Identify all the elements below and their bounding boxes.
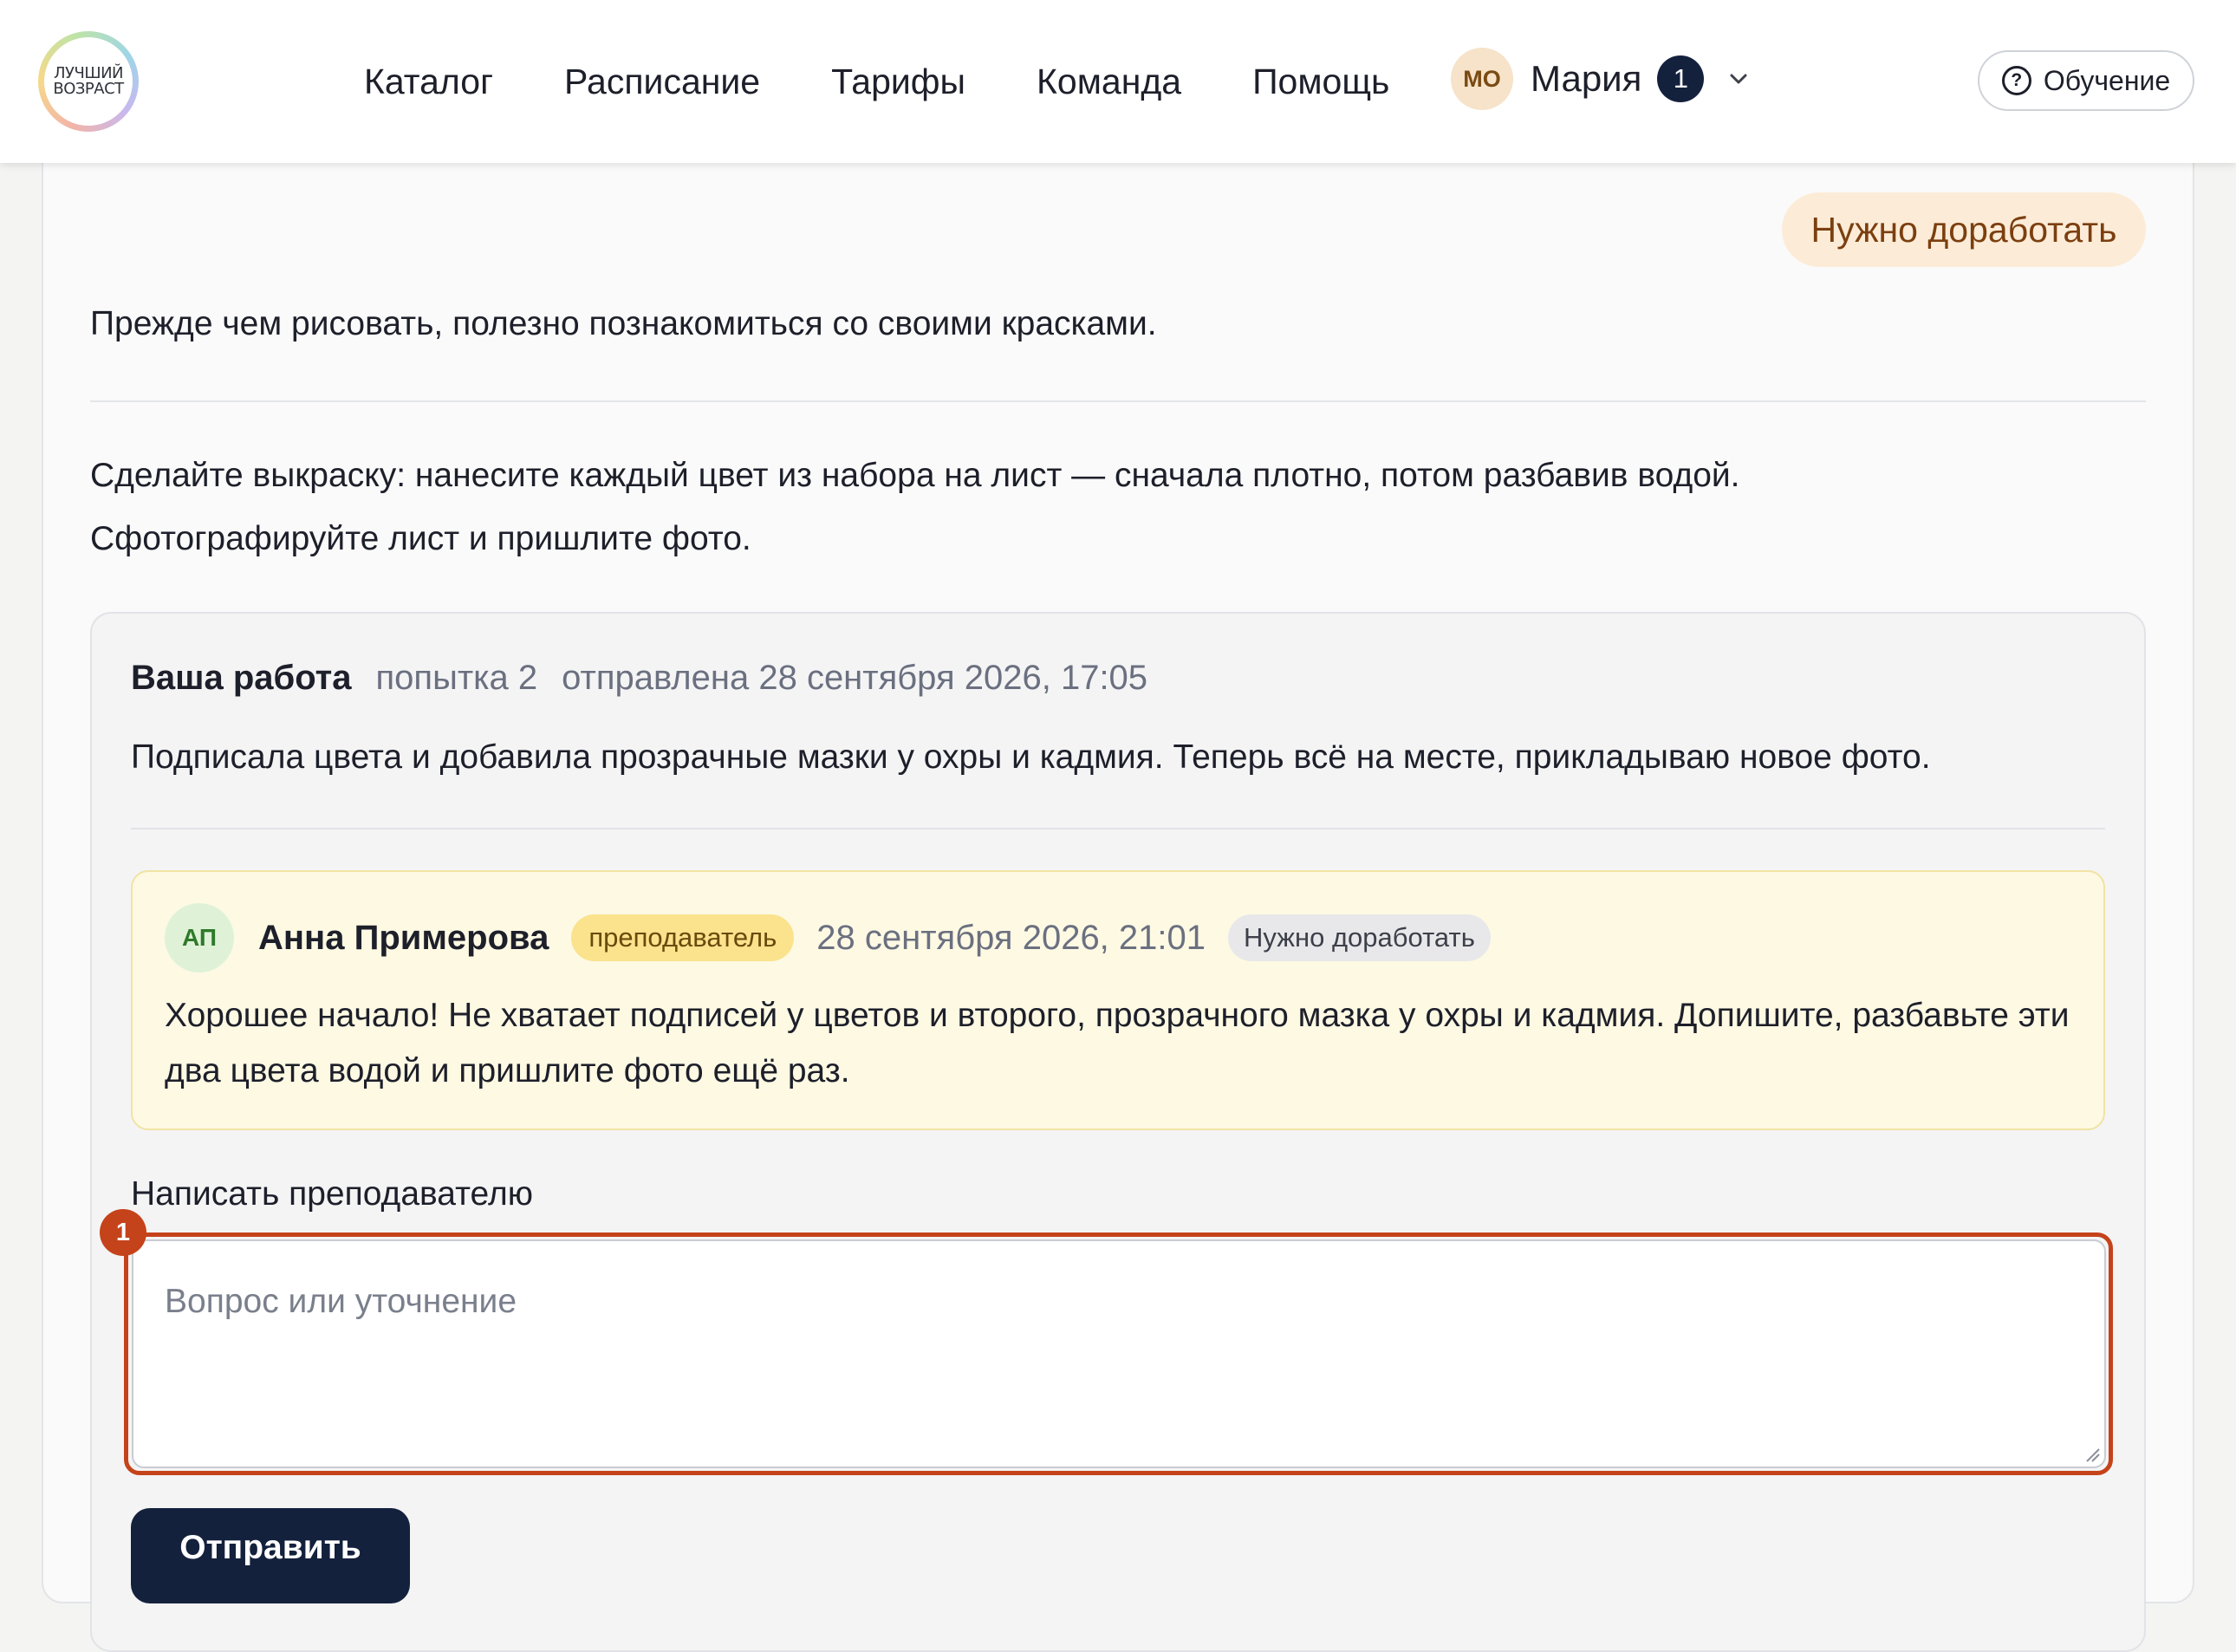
submission-title: Ваша работа [131,659,352,697]
nav-item-schedule[interactable]: Расписание [564,62,760,102]
message-label: Написать преподавателю [131,1175,533,1213]
logo[interactable]: ЛУЧШИЙ ВОЗРАСТ [38,31,139,132]
comment-status-badge: Нужно доработать [1228,914,1491,961]
question-circle-icon: ? [2001,66,2031,95]
logo-line-2: ВОЗРАСТ [53,80,124,98]
submission-text: Подписала цвета и добавила прозрачные ма… [131,738,1931,776]
teacher-avatar: АП [165,903,234,972]
nav-item-team[interactable]: Команда [1037,62,1181,102]
step-marker-badge: 1 [100,1209,146,1256]
resize-grip-icon[interactable] [2083,1446,2101,1463]
main-nav: Каталог Расписание Тарифы Команда Помощь [364,0,1460,163]
submission-attempt: попытка 2 [375,659,538,697]
divider [131,828,2105,829]
lesson-intro-text: Прежде чем рисовать, полезно познакомить… [90,305,1157,342]
logo-text: ЛУЧШИЙ ВОЗРАСТ [44,37,133,126]
tutorial-button-label: Обучение [2043,64,2171,96]
nav-item-catalog[interactable]: Каталог [364,62,493,102]
teacher-role-badge: преподаватель [571,914,795,961]
lesson-status-badge: Нужно доработать [1782,192,2146,267]
tutorial-button[interactable]: ? Обучение [1978,50,2194,111]
message-textarea[interactable] [132,1239,2106,1468]
user-name: Мария [1531,58,1642,99]
top-navigation-bar: ЛУЧШИЙ ВОЗРАСТ Каталог Расписание Тарифы… [0,0,2236,163]
task-line-2: Сфотографируйте лист и пришлите фото. [90,520,751,557]
divider [90,400,2146,402]
submission-date: отправлена 28 сентября 2026, 17:05 [562,659,1148,697]
teacher-comment-text: Хорошее начало! Не хватает подписей у цв… [165,997,2070,1089]
chevron-down-icon[interactable] [1726,67,1751,91]
nav-item-pricing[interactable]: Тарифы [831,62,965,102]
task-line-1: Сделайте выкраску: нанесите каждый цвет … [90,457,1740,494]
notification-count-badge: 1 [1657,55,1705,102]
user-menu[interactable]: МО Мария 1 [1451,47,1751,111]
comment-date: 28 сентября 2026, 21:01 [816,918,1206,957]
teacher-comment-header: Анна Примерова преподаватель 28 сентября… [258,912,1491,964]
teacher-name: Анна Примерова [258,918,549,957]
submission-header: Ваша работа попытка 2 отправлена 28 сент… [131,659,1147,698]
send-button[interactable]: Отправить [131,1508,410,1603]
user-avatar: МО [1451,48,1513,110]
send-button-label: Отправить [179,1529,361,1566]
nav-item-help[interactable]: Помощь [1252,62,1389,102]
task-description: Сделайте выкраску: нанесите каждый цвет … [90,444,2083,570]
